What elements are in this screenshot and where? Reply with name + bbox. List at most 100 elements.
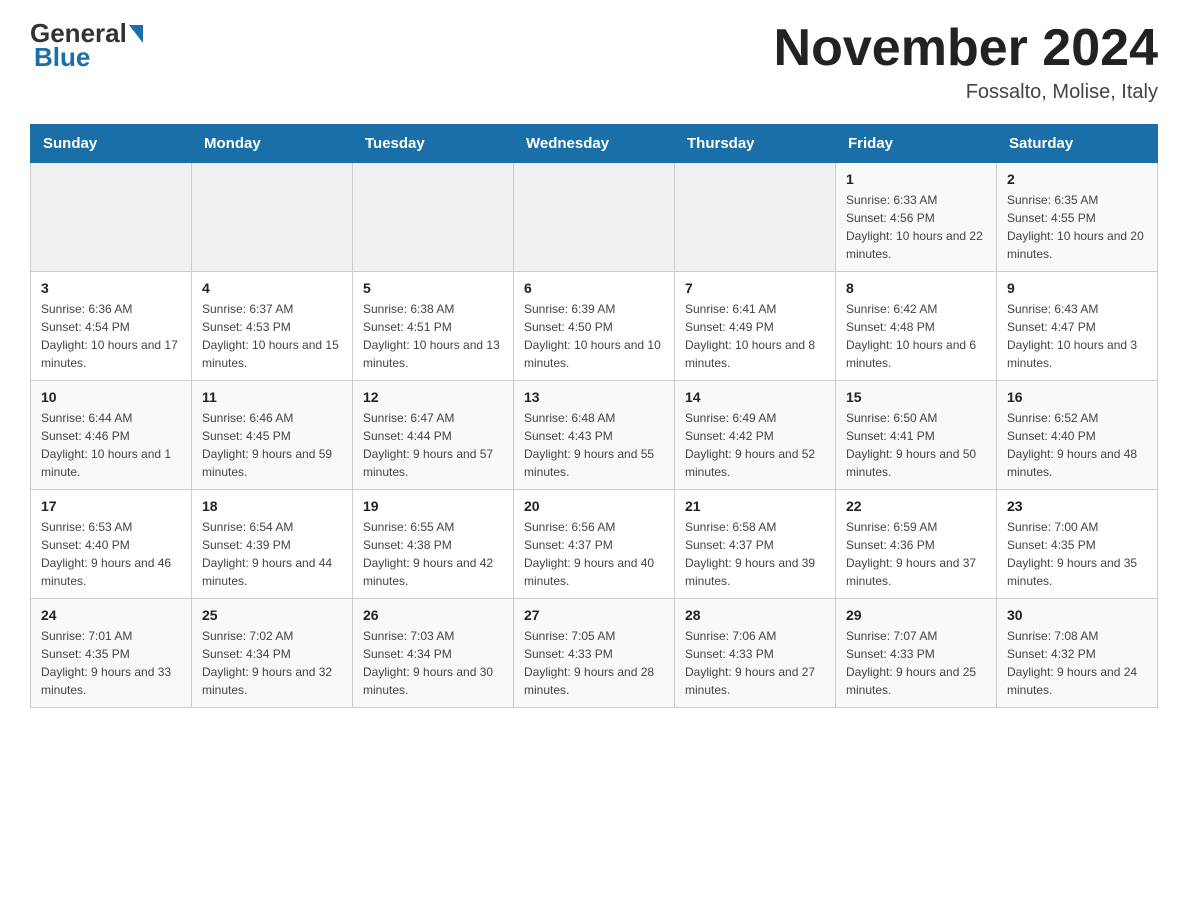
day-number: 3 [41,280,181,296]
day-number: 29 [846,607,986,623]
calendar-body: 1 Sunrise: 6:33 AMSunset: 4:56 PMDaylight… [31,163,1158,708]
day-number: 24 [41,607,181,623]
day-info: Sunrise: 6:47 AMSunset: 4:44 PMDaylight:… [363,409,503,481]
calendar-cell: 25 Sunrise: 7:02 AMSunset: 4:34 PMDayligh… [192,599,353,708]
calendar-cell: 16 Sunrise: 6:52 AMSunset: 4:40 PMDayligh… [997,381,1158,490]
logo: General Blue [30,20,143,73]
header-friday: Friday [836,125,997,163]
day-info: Sunrise: 6:44 AMSunset: 4:46 PMDaylight:… [41,409,181,481]
day-info: Sunrise: 6:38 AMSunset: 4:51 PMDaylight:… [363,300,503,372]
day-info: Sunrise: 7:07 AMSunset: 4:33 PMDaylight:… [846,627,986,699]
calendar-cell: 4 Sunrise: 6:37 AMSunset: 4:53 PMDaylight… [192,272,353,381]
calendar-week-5: 24 Sunrise: 7:01 AMSunset: 4:35 PMDayligh… [31,599,1158,708]
calendar-cell [31,163,192,272]
day-number: 27 [524,607,664,623]
calendar-cell: 14Sunrise: 6:49 AMSunset: 4:42 PMDayligh… [675,381,836,490]
day-number: 10 [41,389,181,405]
day-number: 25 [202,607,342,623]
calendar-table: Sunday Monday Tuesday Wednesday Thursday… [30,124,1158,708]
header-tuesday: Tuesday [353,125,514,163]
calendar-cell [353,163,514,272]
calendar-week-4: 17 Sunrise: 6:53 AMSunset: 4:40 PMDayligh… [31,490,1158,599]
day-info: Sunrise: 7:02 AMSunset: 4:34 PMDaylight:… [202,627,342,699]
day-number: 30 [1007,607,1147,623]
day-number: 9 [1007,280,1147,296]
day-info: Sunrise: 7:01 AMSunset: 4:35 PMDaylight:… [41,627,181,699]
calendar-cell: 7Sunrise: 6:41 AMSunset: 4:49 PMDaylight… [675,272,836,381]
header-saturday: Saturday [997,125,1158,163]
day-info: Sunrise: 6:33 AMSunset: 4:56 PMDaylight:… [846,191,986,263]
day-number: 28 [685,607,825,623]
header-wednesday: Wednesday [514,125,675,163]
day-info: Sunrise: 6:50 AMSunset: 4:41 PMDaylight:… [846,409,986,481]
weekday-row: Sunday Monday Tuesday Wednesday Thursday… [31,125,1158,163]
day-number: 12 [363,389,503,405]
day-info: Sunrise: 7:05 AMSunset: 4:33 PMDaylight:… [524,627,664,699]
calendar-week-3: 10 Sunrise: 6:44 AMSunset: 4:46 PMDayligh… [31,381,1158,490]
day-number: 17 [41,498,181,514]
day-number: 8 [846,280,986,296]
day-number: 20 [524,498,664,514]
day-info: Sunrise: 7:06 AMSunset: 4:33 PMDaylight:… [685,627,825,699]
calendar-cell: 17 Sunrise: 6:53 AMSunset: 4:40 PMDayligh… [31,490,192,599]
logo-blue: Blue [34,42,90,73]
calendar-cell: 12 Sunrise: 6:47 AMSunset: 4:44 PMDayligh… [353,381,514,490]
day-number: 1 [846,171,986,187]
month-title: November 2024 [774,20,1158,77]
calendar-cell: 22Sunrise: 6:59 AMSunset: 4:36 PMDayligh… [836,490,997,599]
day-number: 6 [524,280,664,296]
calendar-cell [192,163,353,272]
calendar-cell: 30 Sunrise: 7:08 AMSunset: 4:32 PMDayligh… [997,599,1158,708]
calendar-cell: 24 Sunrise: 7:01 AMSunset: 4:35 PMDayligh… [31,599,192,708]
day-info: Sunrise: 6:43 AMSunset: 4:47 PMDaylight:… [1007,300,1147,372]
header-thursday: Thursday [675,125,836,163]
header-sunday: Sunday [31,125,192,163]
day-number: 18 [202,498,342,514]
day-info: Sunrise: 6:37 AMSunset: 4:53 PMDaylight:… [202,300,342,372]
header-monday: Monday [192,125,353,163]
calendar-cell: 23 Sunrise: 7:00 AMSunset: 4:35 PMDayligh… [997,490,1158,599]
calendar-cell: 19Sunrise: 6:55 AMSunset: 4:38 PMDayligh… [353,490,514,599]
day-number: 5 [363,280,503,296]
day-info: Sunrise: 6:54 AMSunset: 4:39 PMDaylight:… [202,518,342,590]
calendar-cell: 5 Sunrise: 6:38 AMSunset: 4:51 PMDaylight… [353,272,514,381]
day-info: Sunrise: 6:55 AMSunset: 4:38 PMDaylight:… [363,518,503,590]
day-number: 21 [685,498,825,514]
day-info: Sunrise: 6:53 AMSunset: 4:40 PMDaylight:… [41,518,181,590]
day-info: Sunrise: 6:59 AMSunset: 4:36 PMDaylight:… [846,518,986,590]
calendar-cell: 11Sunrise: 6:46 AMSunset: 4:45 PMDayligh… [192,381,353,490]
calendar-cell: 29 Sunrise: 7:07 AMSunset: 4:33 PMDayligh… [836,599,997,708]
day-info: Sunrise: 7:08 AMSunset: 4:32 PMDaylight:… [1007,627,1147,699]
day-number: 4 [202,280,342,296]
day-number: 7 [685,280,825,296]
title-block: November 2024 Fossalto, Molise, Italy [774,20,1158,104]
day-number: 13 [524,389,664,405]
calendar-cell: 28 Sunrise: 7:06 AMSunset: 4:33 PMDayligh… [675,599,836,708]
calendar-cell: 26Sunrise: 7:03 AMSunset: 4:34 PMDayligh… [353,599,514,708]
calendar-cell: 2 Sunrise: 6:35 AMSunset: 4:55 PMDaylight… [997,163,1158,272]
calendar-week-2: 3Sunrise: 6:36 AMSunset: 4:54 PMDaylight… [31,272,1158,381]
calendar-cell: 1 Sunrise: 6:33 AMSunset: 4:56 PMDaylight… [836,163,997,272]
location: Fossalto, Molise, Italy [774,81,1158,104]
calendar-cell: 15 Sunrise: 6:50 AMSunset: 4:41 PMDayligh… [836,381,997,490]
day-info: Sunrise: 6:39 AMSunset: 4:50 PMDaylight:… [524,300,664,372]
day-number: 2 [1007,171,1147,187]
calendar-cell: 21 Sunrise: 6:58 AMSunset: 4:37 PMDayligh… [675,490,836,599]
day-info: Sunrise: 6:58 AMSunset: 4:37 PMDaylight:… [685,518,825,590]
calendar-cell: 20 Sunrise: 6:56 AMSunset: 4:37 PMDayligh… [514,490,675,599]
day-info: Sunrise: 6:35 AMSunset: 4:55 PMDaylight:… [1007,191,1147,263]
calendar-cell [514,163,675,272]
day-info: Sunrise: 6:56 AMSunset: 4:37 PMDaylight:… [524,518,664,590]
day-number: 15 [846,389,986,405]
calendar-cell: 10 Sunrise: 6:44 AMSunset: 4:46 PMDayligh… [31,381,192,490]
day-info: Sunrise: 6:52 AMSunset: 4:40 PMDaylight:… [1007,409,1147,481]
day-info: Sunrise: 7:00 AMSunset: 4:35 PMDaylight:… [1007,518,1147,590]
calendar-cell: 3Sunrise: 6:36 AMSunset: 4:54 PMDaylight… [31,272,192,381]
calendar-cell: 6 Sunrise: 6:39 AMSunset: 4:50 PMDaylight… [514,272,675,381]
day-number: 16 [1007,389,1147,405]
day-info: Sunrise: 6:49 AMSunset: 4:42 PMDaylight:… [685,409,825,481]
calendar-week-1: 1 Sunrise: 6:33 AMSunset: 4:56 PMDaylight… [31,163,1158,272]
day-number: 23 [1007,498,1147,514]
day-info: Sunrise: 6:48 AMSunset: 4:43 PMDaylight:… [524,409,664,481]
calendar-cell: 27 Sunrise: 7:05 AMSunset: 4:33 PMDayligh… [514,599,675,708]
